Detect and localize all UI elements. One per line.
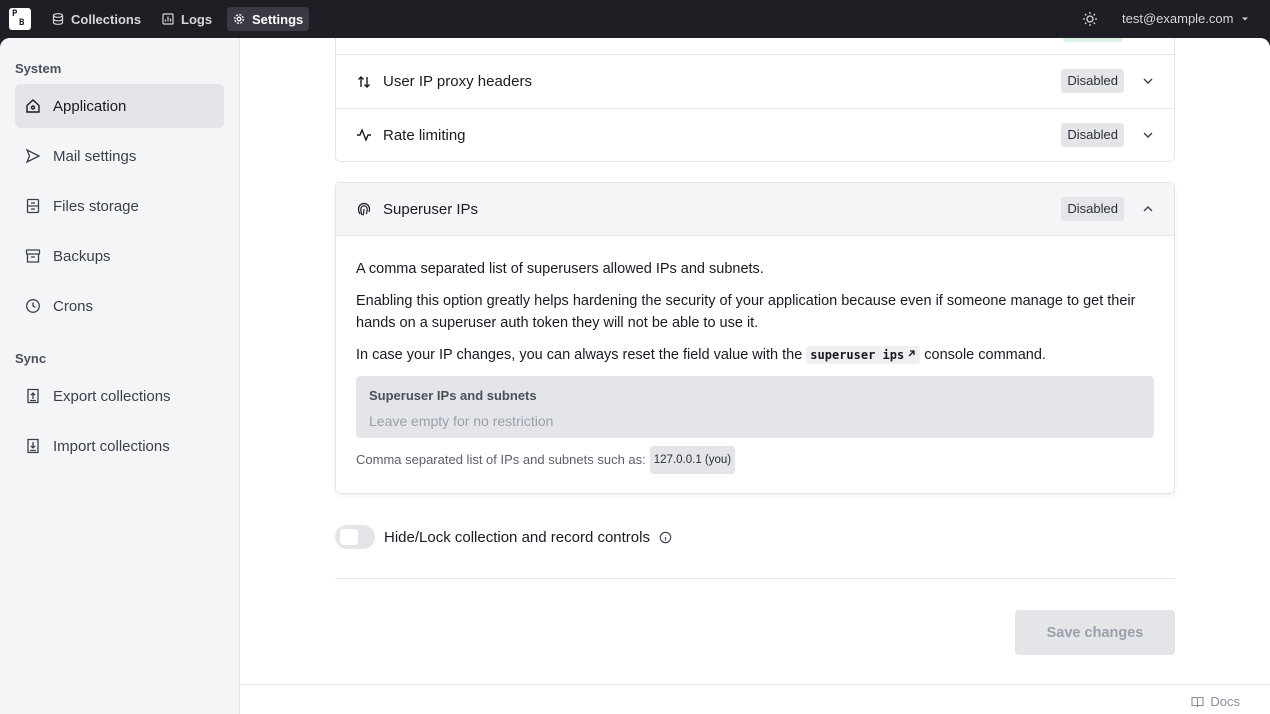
sidebar-item-import-collections[interactable]: Import collections — [15, 424, 224, 468]
user-email: test@example.com — [1122, 11, 1234, 26]
description-suffix: console command. — [924, 347, 1046, 363]
accordion-superuser-ips[interactable]: Superuser IPs Disabled — [336, 183, 1174, 236]
accordion-rate-limiting[interactable]: Rate limiting Disabled — [336, 108, 1174, 161]
book-icon — [1191, 696, 1204, 707]
ip-chip[interactable]: 127.0.0.1 (you) — [649, 446, 736, 474]
superuser-ips-field[interactable]: Superuser IPs and subnets — [356, 376, 1154, 438]
sidebar-item-mail-settings[interactable]: Mail settings — [15, 134, 224, 178]
chart-icon — [162, 13, 174, 25]
sidebar-item-crons[interactable]: Crons — [15, 284, 224, 328]
sidebar-item-files-storage[interactable]: Files storage — [15, 184, 224, 228]
fingerprint-icon — [357, 202, 371, 216]
save-button[interactable]: Save changes — [1015, 610, 1175, 655]
divider — [335, 578, 1175, 579]
status-badge-enabled — [1063, 38, 1123, 42]
docs-label: Docs — [1210, 694, 1240, 709]
clock-icon — [26, 299, 40, 313]
field-help: Comma separated list of IPs and subnets … — [356, 446, 1154, 474]
nav-settings[interactable]: Settings — [227, 7, 310, 31]
sidebar-item-label: Backups — [53, 247, 111, 265]
help-text: Comma separated list of IPs and subnets … — [356, 452, 646, 467]
sidebar-item-export-collections[interactable]: Export collections — [15, 374, 224, 418]
archive-icon — [25, 249, 41, 263]
description-text: A comma separated list of superusers all… — [356, 261, 764, 277]
accordion-user-ip-proxy-headers[interactable]: User IP proxy headers Disabled — [336, 55, 1174, 108]
sidebar-item-label: Import collections — [53, 437, 170, 455]
superuser-ips-input[interactable] — [369, 413, 1141, 429]
status-badge: Disabled — [1061, 197, 1124, 221]
chevron-down-icon — [1143, 78, 1153, 84]
home-icon — [26, 99, 40, 113]
import-icon — [27, 438, 39, 454]
database-icon — [52, 13, 64, 25]
panel-body: A comma separated list of superusers all… — [336, 236, 1174, 474]
toggle-label[interactable]: Hide/Lock collection and record controls — [384, 529, 650, 546]
sidebar-group-system: System — [15, 61, 62, 76]
chevron-down-icon — [1242, 17, 1249, 20]
hide-controls-toggle[interactable] — [335, 525, 375, 549]
docs-link[interactable]: Docs — [1191, 694, 1240, 709]
settings-main: User IP proxy headers Disabled Rate limi… — [240, 38, 1270, 684]
accordion-previous-item[interactable] — [335, 38, 1175, 55]
hide-controls-row: Hide/Lock collection and record controls — [335, 525, 672, 549]
superuser-ips-panel: Superuser IPs Disabled A comma separated… — [335, 182, 1175, 494]
settings-sidebar: System Application Mail settings Files s… — [0, 38, 240, 714]
sun-icon[interactable] — [1082, 11, 1098, 27]
sidebar-item-label: Application — [53, 97, 127, 115]
sidebar-item-application[interactable]: Application — [15, 84, 224, 128]
external-link-icon — [908, 350, 915, 357]
accordion-group: User IP proxy headers Disabled Rate limi… — [335, 55, 1175, 162]
info-icon[interactable] — [659, 531, 672, 544]
storage-icon — [26, 198, 40, 214]
page-footer: Docs — [240, 684, 1270, 714]
app-logo[interactable]: P B — [9, 8, 31, 30]
nav-logs[interactable]: Logs — [156, 7, 218, 31]
description-text: Enabling this option greatly helps harde… — [356, 293, 1136, 331]
accordion-label: Rate limiting — [383, 126, 466, 144]
logo-letter-bottom: B — [19, 18, 25, 28]
command-code-link[interactable]: superuser ips — [806, 346, 921, 364]
top-navbar: P B Collections Logs Settings test@examp… — [0, 0, 1270, 38]
toggle-knob — [340, 529, 358, 545]
accordion-label: User IP proxy headers — [383, 73, 532, 90]
nav-label: Logs — [181, 11, 213, 27]
switch-icon — [358, 75, 370, 88]
sidebar-item-label: Export collections — [53, 387, 171, 405]
user-menu[interactable]: test@example.com — [1122, 11, 1249, 26]
export-icon — [27, 388, 39, 404]
sidebar-item-label: Files storage — [53, 197, 139, 215]
chevron-down-icon — [1143, 132, 1153, 138]
send-icon — [25, 148, 41, 164]
description-text: In case your IP changes, you can always … — [356, 344, 1154, 366]
app-container: System Application Mail settings Files s… — [0, 38, 1270, 714]
pulse-icon — [357, 128, 371, 142]
sidebar-item-backups[interactable]: Backups — [15, 234, 224, 278]
sidebar-group-sync: Sync — [15, 351, 47, 366]
nav-label: Collections — [71, 11, 142, 27]
field-label: Superuser IPs and subnets — [369, 388, 537, 403]
status-badge: Disabled — [1061, 69, 1124, 93]
status-badge: Disabled — [1061, 123, 1124, 147]
chevron-up-icon — [1143, 206, 1153, 212]
nav-collections[interactable]: Collections — [46, 7, 147, 31]
nav-label: Settings — [252, 11, 304, 27]
panel-title: Superuser IPs — [383, 200, 479, 218]
description-prefix: In case your IP changes, you can always … — [356, 347, 803, 363]
sidebar-item-label: Mail settings — [53, 147, 137, 165]
command-code: superuser ips — [810, 348, 905, 362]
sidebar-item-label: Crons — [53, 297, 94, 315]
gear-icon — [234, 14, 244, 24]
